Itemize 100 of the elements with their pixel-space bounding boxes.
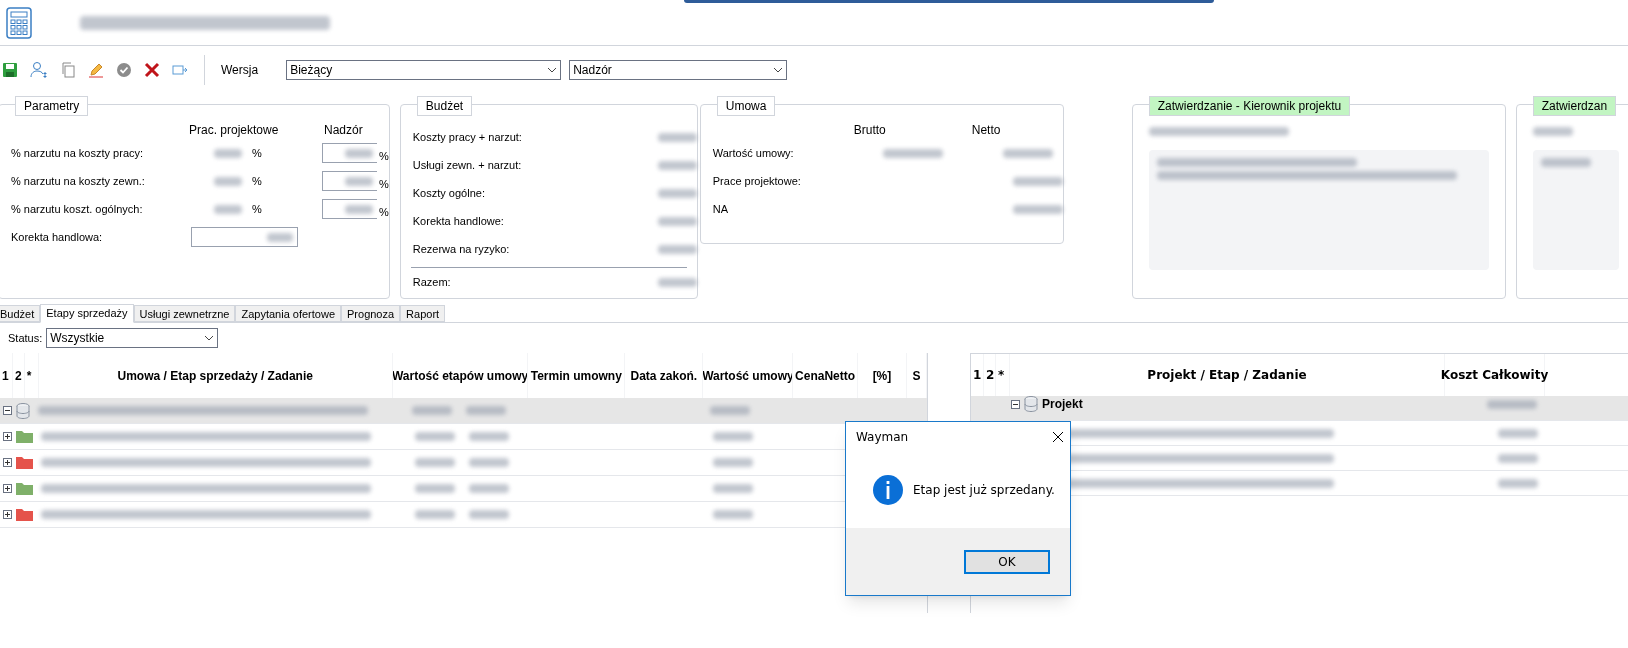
blurred-text — [713, 458, 753, 467]
blurred-text — [1540, 158, 1591, 167]
version-dropdown[interactable]: Bieżący — [286, 60, 562, 80]
blurred-text — [713, 432, 753, 441]
blurred-text — [1486, 399, 1537, 409]
expand-icon[interactable] — [3, 432, 12, 441]
blurred-text — [214, 176, 242, 186]
unit-label: % — [379, 204, 389, 220]
group-title: Parametry — [15, 96, 89, 116]
expand-icon[interactable] — [3, 510, 12, 519]
tab[interactable]: Zapytania ofertowe — [235, 305, 341, 322]
group-title: Zatwierdzan — [1532, 96, 1617, 116]
blurred-text — [1012, 204, 1063, 214]
blurred-text — [1532, 127, 1573, 136]
blurred-text — [657, 132, 697, 142]
blurred-text — [214, 204, 242, 214]
column-header: Brutto — [853, 122, 887, 139]
field-label: Wartość umowy: — [712, 145, 795, 161]
expand-icon[interactable] — [3, 458, 12, 467]
version-label: Wersja — [221, 62, 259, 79]
ok-button[interactable]: OK — [964, 549, 1050, 574]
blurred-text — [415, 458, 455, 467]
blurred-text — [657, 188, 697, 198]
percent-field[interactable] — [322, 171, 377, 191]
blurred-text — [1498, 478, 1538, 488]
collapse-icon[interactable] — [1011, 399, 1020, 409]
blurred-text — [412, 406, 452, 415]
tab[interactable]: Budżet — [0, 305, 41, 322]
chevron-down-icon — [773, 67, 784, 73]
field-label: NA — [712, 201, 730, 217]
unit-label: % — [379, 148, 389, 164]
blurred-text — [415, 510, 455, 519]
blurred-text — [469, 484, 509, 493]
blurred-text — [1002, 148, 1053, 158]
tab[interactable]: Raport — [400, 305, 446, 322]
blurred-text — [469, 432, 509, 441]
save-icon[interactable] — [2, 62, 18, 78]
field-label: Korekta handlowa: — [11, 229, 104, 245]
field-label: Rezerwa na ryzyko: — [412, 241, 511, 257]
tab[interactable]: Etapy sprzedaży — [40, 304, 134, 323]
field-label: % narzutu na koszty zewn.: — [11, 173, 146, 189]
blurred-text — [415, 432, 455, 441]
field-label: Prace projektowe: — [712, 173, 802, 189]
blurred-text — [713, 510, 753, 519]
column-header: Netto — [971, 122, 1001, 139]
blurred-text — [882, 148, 943, 158]
blurred-text — [469, 510, 509, 519]
collapse-icon[interactable] — [3, 406, 12, 415]
database-icon — [1024, 396, 1038, 412]
delete-icon[interactable] — [144, 62, 160, 78]
database-icon — [16, 402, 30, 419]
close-icon[interactable] — [1052, 431, 1064, 443]
tab[interactable]: Prognoza — [341, 305, 401, 322]
blurred-text — [657, 244, 697, 254]
group-title: Umowa — [716, 96, 776, 116]
blurred-text — [214, 148, 242, 158]
blurred-text — [415, 484, 455, 493]
chevron-down-icon — [547, 67, 558, 73]
field-label: % narzutu koszt. ogólnych: — [11, 201, 144, 217]
percent-field[interactable] — [322, 199, 377, 219]
blurred-text — [710, 406, 750, 415]
blurred-text — [345, 176, 373, 186]
blurred-text — [657, 160, 697, 170]
blurred-text — [267, 232, 293, 242]
copy-icon[interactable] — [60, 62, 76, 78]
column-header: Prac. projektowe — [189, 122, 280, 139]
blurred-text — [1498, 428, 1538, 438]
blurred-text — [1498, 453, 1538, 463]
project-label: Projekt — [1042, 396, 1083, 413]
unit-label: % — [252, 173, 263, 189]
info-icon — [873, 475, 903, 505]
korekta-field[interactable] — [191, 227, 298, 247]
blurred-text — [466, 406, 506, 415]
mode-dropdown[interactable]: Nadzór — [569, 60, 788, 80]
blurred-text — [345, 148, 373, 158]
unit-label: % — [379, 176, 389, 192]
status-dropdown[interactable]: Wszystkie — [46, 328, 219, 348]
chevron-down-icon — [204, 335, 215, 341]
blurred-text — [713, 484, 753, 493]
pencil-icon[interactable] — [88, 62, 104, 78]
expand-icon[interactable] — [3, 484, 12, 493]
user-dollar-icon[interactable] — [30, 61, 48, 79]
grid-row[interactable]: Projekt — [971, 396, 1628, 421]
percent-field[interactable] — [322, 143, 377, 163]
blurred-text — [345, 204, 373, 214]
field-label: Usługi zewn. + narzut: — [412, 157, 523, 173]
check-badge-icon[interactable] — [116, 62, 132, 78]
tab[interactable]: Usługi zewnetrzne — [133, 305, 236, 322]
unit-label: % — [252, 145, 263, 161]
field-label: Razem: — [412, 274, 452, 290]
blurred-text — [1012, 176, 1063, 186]
field-label: Koszty ogólne: — [412, 185, 486, 201]
blurred-text — [657, 277, 697, 287]
field-label: Koszty pracy + narzut: — [412, 129, 523, 145]
field-label: Korekta handlowe: — [412, 213, 505, 229]
status-label: Status: — [8, 330, 43, 346]
exit-icon[interactable] — [172, 62, 188, 78]
field-label: % narzutu na koszty pracy: — [11, 145, 145, 161]
dialog-title: Wayman — [856, 429, 909, 446]
dialog-message: Etap jest już sprzedany. — [913, 482, 1055, 499]
